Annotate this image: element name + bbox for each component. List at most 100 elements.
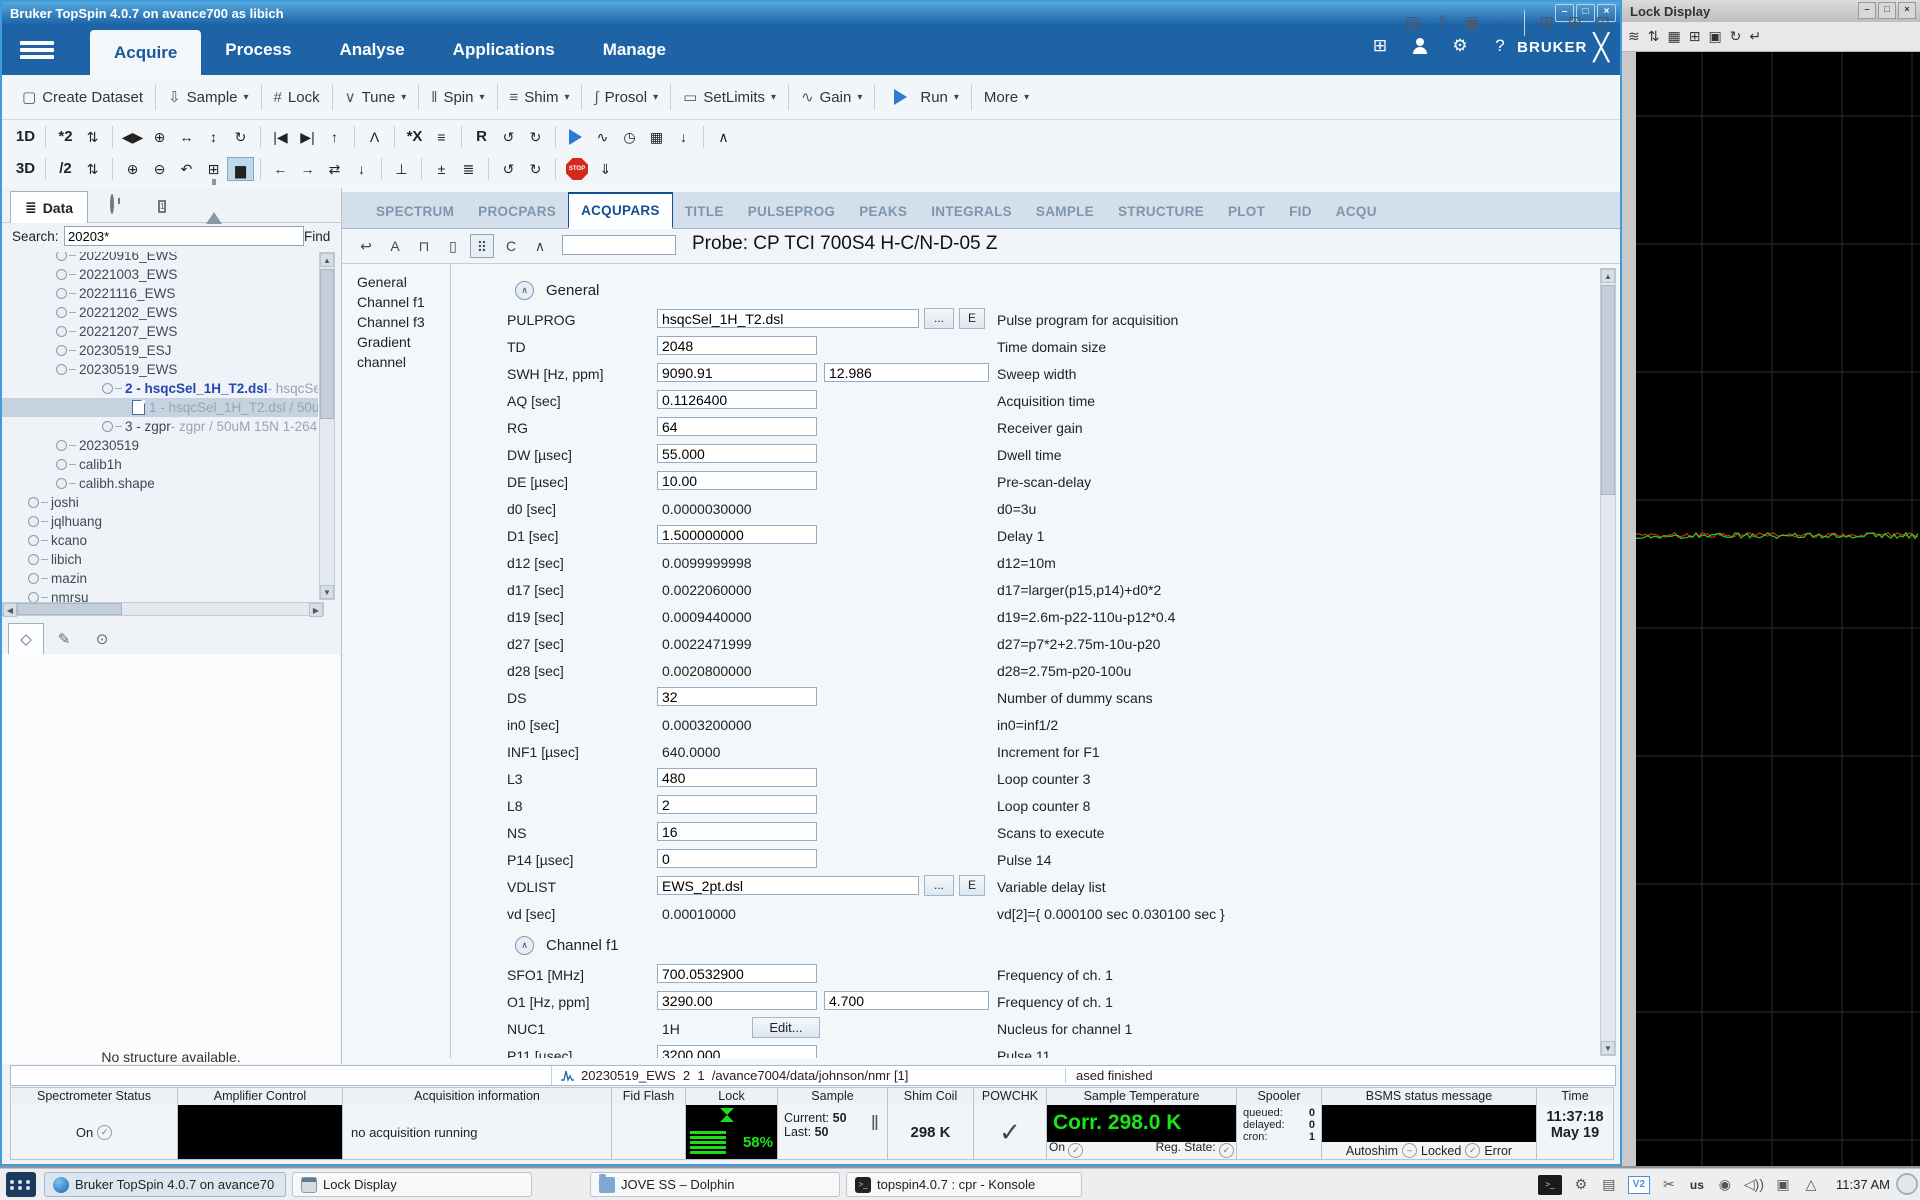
tree-expander-icon[interactable]: [56, 459, 67, 470]
toolbar-button-shim[interactable]: ≡ Shim ▾: [498, 81, 582, 113]
param-input[interactable]: [657, 822, 817, 841]
expand-vertical-icon[interactable]: ↕: [200, 125, 227, 149]
more-actions-icon[interactable]: ⋯: [1493, 13, 1510, 33]
tab-pulseprog[interactable]: PULSEPROG: [736, 195, 847, 228]
rotate-y-icon[interactable]: ↻: [522, 125, 549, 149]
tree-expander-icon[interactable]: [56, 288, 67, 299]
scroll-up-icon[interactable]: ▲: [320, 253, 334, 267]
move-left-icon[interactable]: ←: [267, 157, 294, 181]
param-input[interactable]: [657, 876, 919, 895]
tree-expander-icon[interactable]: [28, 516, 39, 527]
expand-all-icon[interactable]: ∧: [528, 234, 552, 258]
browse-button[interactable]: ...: [924, 875, 954, 896]
lock-window-icon[interactable]: ▣: [1708, 28, 1721, 45]
lock-minimize-button[interactable]: –: [1858, 2, 1876, 19]
structure-tab-search[interactable]: ⊙: [84, 623, 120, 654]
menu-analyse[interactable]: Analyse: [315, 24, 428, 75]
acquisition-start-icon[interactable]: [569, 129, 582, 145]
overlay-spectra-icon[interactable]: Λ: [361, 125, 388, 149]
section-header-general[interactable]: ∧ General: [507, 273, 1597, 307]
section-header-channel-f1[interactable]: ∧ Channel f1: [507, 928, 1597, 962]
tree-item-20221207-ews[interactable]: 20221207_EWS: [2, 322, 318, 341]
edit-file-button[interactable]: E: [959, 875, 985, 896]
task-topspin4-0-7-cpr-konsole[interactable]: >_ topspin4.0.7 : cpr - Konsole: [846, 1172, 1082, 1197]
layout-split-icon[interactable]: ⊟: [1568, 13, 1582, 33]
undo-icon[interactable]: ↩: [354, 234, 378, 258]
volume-tray-icon[interactable]: ◁)): [1744, 1176, 1764, 1193]
tree-expander-icon[interactable]: [56, 364, 67, 375]
routing-icon[interactable]: ⠿: [470, 234, 494, 258]
tree-expander-icon[interactable]: [56, 326, 67, 337]
tree-item-nmrsu[interactable]: nmrsu: [2, 588, 318, 602]
tab-sample[interactable]: SAMPLE: [1024, 195, 1106, 228]
lock-grid-icon[interactable]: ▦: [1667, 28, 1680, 45]
toolbar-button-setlimits[interactable]: ▭ SetLimits ▾: [671, 81, 788, 113]
form-scroll-up-icon[interactable]: ▲: [1601, 269, 1615, 283]
tree-expander-icon[interactable]: [28, 573, 39, 584]
param-input[interactable]: [657, 444, 817, 463]
lock-title-bar[interactable]: Lock Display – □ ×: [1622, 0, 1920, 22]
help-icon[interactable]: ?: [1488, 36, 1512, 56]
pulse-program-icon[interactable]: ⊓: [412, 234, 436, 258]
tab-procpars[interactable]: PROCPARS: [466, 195, 568, 228]
menu-applications[interactable]: Applications: [429, 24, 579, 75]
param-input[interactable]: [657, 991, 817, 1010]
zoom-select-icon[interactable]: ⊕: [146, 125, 173, 149]
tab-structure[interactable]: STRUCTURE: [1106, 195, 1216, 228]
param-input[interactable]: [657, 471, 817, 490]
menu-manage[interactable]: Manage: [579, 24, 690, 75]
parameter-grid-icon[interactable]: ▦: [643, 125, 670, 149]
user-icon[interactable]: [1408, 38, 1432, 54]
edit-file-button[interactable]: E: [959, 308, 985, 329]
network-tray-icon[interactable]: ◉: [1716, 1176, 1734, 1193]
tree-item-20230519-ews[interactable]: 20230519_EWS: [2, 360, 318, 379]
tree-item-libich[interactable]: libich: [2, 550, 318, 569]
form-scroll-down-icon[interactable]: ▼: [1601, 1041, 1615, 1055]
rotate-x-icon[interactable]: ↺: [495, 125, 522, 149]
tree-item-jqlhuang[interactable]: jqlhuang: [2, 512, 318, 531]
tree-item-20230519-esj[interactable]: 20230519_ESJ: [2, 341, 318, 360]
param-input[interactable]: [657, 795, 817, 814]
package-tray-icon[interactable]: ▣: [1774, 1176, 1792, 1193]
acquisition-stop-icon[interactable]: STOP: [566, 158, 588, 180]
param-input-2[interactable]: [824, 991, 989, 1010]
move-right-icon[interactable]: →: [294, 157, 321, 181]
scroll-down-icon[interactable]: ⇓: [592, 157, 619, 181]
zoom-undo-icon[interactable]: ↶: [173, 157, 200, 181]
scroll-thumb[interactable]: [320, 269, 334, 419]
parameter-search-input[interactable]: [562, 235, 676, 255]
tree-expander-icon[interactable]: [56, 307, 67, 318]
tree-item-calib1h[interactable]: calib1h: [2, 455, 318, 474]
dim-1d[interactable]: 1D: [12, 125, 39, 149]
tab-acqupars[interactable]: ACQUPARS: [568, 192, 673, 229]
scale-times-2[interactable]: *2: [52, 125, 79, 149]
settings-gear-icon[interactable]: ⚙: [1448, 36, 1472, 56]
show-desktop-icon[interactable]: [1896, 1173, 1918, 1195]
tree-item-20230519[interactable]: 20230519: [2, 436, 318, 455]
tree-item-3-zgpr[interactable]: 3 - zgpr - zgpr / 50uM 15N 1-264: [2, 417, 318, 436]
tab-title[interactable]: TITLE: [673, 195, 736, 228]
expand-horizontal-icon[interactable]: ↔: [173, 125, 200, 149]
tree-item-kcano[interactable]: kcano: [2, 531, 318, 550]
reset-view-icon[interactable]: ↻: [227, 125, 254, 149]
layout-left-panel-icon[interactable]: ⊞: [1539, 13, 1553, 33]
scale-div-2[interactable]: /2: [52, 157, 79, 181]
param-input[interactable]: [657, 363, 817, 382]
align-spectra-icon[interactable]: ≡: [428, 125, 455, 149]
browse-button[interactable]: ...: [924, 308, 954, 329]
rotate-left-icon[interactable]: ↺: [495, 157, 522, 181]
param-nav-gradient-channel[interactable]: Gradient channel: [357, 332, 447, 372]
title-bar[interactable]: Bruker TopSpin 4.0.7 on avance700 as lib…: [2, 2, 1620, 24]
tab-data[interactable]: ≣ Data: [10, 191, 88, 223]
tree-expander-icon[interactable]: [102, 383, 113, 394]
app-launcher-icon[interactable]: [6, 1172, 36, 1197]
current-dataset[interactable]: 20230519_EWS 2 1 /avance7004/data/johnso…: [552, 1068, 1065, 1083]
toolbar-button-lock[interactable]: # Lock: [262, 81, 332, 113]
param-input[interactable]: [657, 525, 817, 544]
multiply-x-icon[interactable]: *X: [401, 125, 428, 149]
param-input[interactable]: [657, 687, 817, 706]
tree-item-20221202-ews[interactable]: 20221202_EWS: [2, 303, 318, 322]
param-input[interactable]: [657, 417, 817, 436]
param-input[interactable]: [657, 390, 817, 409]
command-input[interactable]: [11, 1066, 552, 1085]
